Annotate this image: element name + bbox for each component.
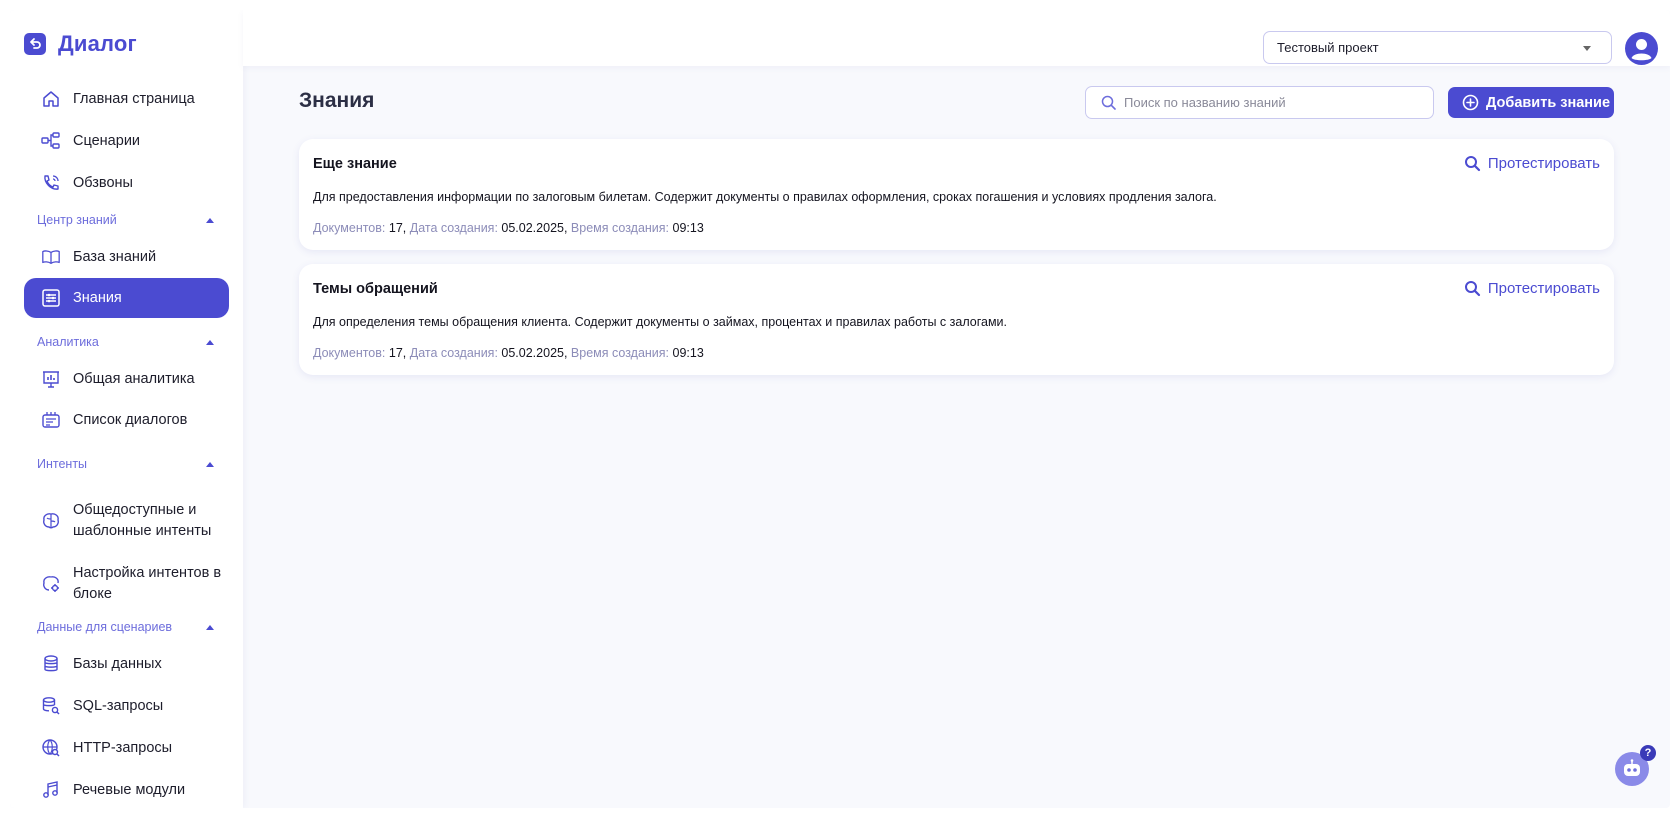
sidebar-item-label: Общедоступные и шаблонные интенты <box>73 502 212 539</box>
plus-circle-icon <box>1462 94 1479 115</box>
logo-icon <box>24 33 46 55</box>
test-label: Протестировать <box>1487 155 1600 172</box>
flow-icon <box>41 131 61 151</box>
time-label: Время создания: <box>570 346 670 360</box>
date-value: 05.02.2025 <box>501 221 564 235</box>
project-select-value: Тестовый проект <box>1277 40 1379 55</box>
home-icon <box>41 89 61 109</box>
docs-label: Документов: <box>313 346 386 360</box>
date-label: Дата создания: <box>409 221 498 235</box>
page-title: Знания <box>299 89 375 112</box>
date-value: 05.02.2025 <box>501 346 564 360</box>
globe-search-icon <box>41 738 61 758</box>
phone-icon <box>41 173 61 193</box>
add-knowledge-button[interactable]: Добавить знание <box>1448 87 1614 118</box>
time-label: Время создания: <box>570 221 670 235</box>
sidebar-item-label: Главная страница <box>73 90 195 107</box>
music-icon <box>41 780 61 800</box>
card-title: Темы обращений <box>313 281 438 297</box>
card-meta: Документов: 17, Дата создания: 05.02.202… <box>313 346 704 360</box>
sidebar-item-label: Сценарии <box>73 132 141 149</box>
card-description: Для определения темы обращения клиента. … <box>313 315 1008 329</box>
sidebar-item-label: Обзвоны <box>73 174 133 191</box>
database-icon <box>41 654 61 674</box>
search-icon <box>1101 95 1116 113</box>
search-icon <box>1464 156 1480 172</box>
chevron-up-icon <box>206 624 214 630</box>
sql-icon <box>41 696 61 716</box>
book-icon <box>41 247 61 267</box>
logo[interactable]: Диалог <box>24 31 137 57</box>
sidebar-item-label: Базы данных <box>73 655 162 672</box>
section-label: Центр знаний <box>37 213 117 227</box>
dialogs-icon <box>41 410 61 430</box>
test-label: Протестировать <box>1487 280 1600 297</box>
sidebar-item-sql[interactable]: SQL-запросы <box>24 686 229 726</box>
robot-icon <box>1624 759 1640 776</box>
sidebar-item-http[interactable]: HTTP-запросы <box>24 728 229 768</box>
user-avatar[interactable] <box>1625 32 1658 65</box>
card-title: Еще знание <box>313 156 397 172</box>
analytics-icon <box>41 369 61 389</box>
sidebar-item-label: Знания <box>73 289 122 306</box>
knowledge-card[interactable]: Темы обращений Протестировать Для опреде… <box>299 264 1614 375</box>
sidebar-item-label: Настройка интентов в блоке <box>73 565 222 602</box>
card-meta: Документов: 17, Дата создания: 05.02.202… <box>313 221 704 235</box>
docs-value: 17 <box>388 346 403 360</box>
section-analytics[interactable]: Аналитика <box>37 333 217 351</box>
search-input[interactable]: Поиск по названию знаний <box>1085 86 1434 119</box>
search-placeholder: Поиск по названию знаний <box>1124 95 1286 110</box>
docs-value: 17 <box>388 221 403 235</box>
help-badge: ? <box>1640 745 1656 761</box>
section-label: Аналитика <box>37 335 99 349</box>
sidebar-item-intent-settings[interactable]: Настройка интентов в блоке <box>24 556 229 612</box>
app-frame: Диалог Главная страница Сценарии Обзвоны… <box>10 10 1670 808</box>
sidebar-item-label: HTTP-запросы <box>73 739 173 756</box>
section-label: Интенты <box>37 457 88 471</box>
sidebar-item-home[interactable]: Главная страница <box>24 79 229 119</box>
section-knowledge-center[interactable]: Центр знаний <box>37 211 217 229</box>
sidebar-item-databases[interactable]: Базы данных <box>24 644 229 684</box>
sidebar-item-public-intents[interactable]: Общедоступные и шаблонные интенты <box>24 493 229 549</box>
chevron-up-icon <box>206 217 214 223</box>
test-button[interactable]: Протестировать <box>1464 155 1600 172</box>
app-name: Диалог <box>58 31 137 56</box>
sidebar-item-scenarios[interactable]: Сценарии <box>24 121 229 161</box>
sidebar-item-dialogs[interactable]: Список диалогов <box>24 400 229 440</box>
sidebar-item-label: Общая аналитика <box>73 370 195 387</box>
brain-gear-icon <box>41 574 61 594</box>
section-intents[interactable]: Интенты <box>37 455 217 473</box>
sidebar-item-knowledge-base[interactable]: База знаний <box>24 237 229 277</box>
card-description: Для предоставления информации по залогов… <box>313 190 1217 204</box>
sidebar-item-knowledge[interactable]: Знания <box>24 278 229 318</box>
time-value: 09:13 <box>672 346 704 360</box>
knowledge-card[interactable]: Еще знание Протестировать Для предоставл… <box>299 139 1614 250</box>
section-label: Данные для сценариев <box>37 620 173 634</box>
sidebar-item-label: Список диалогов <box>73 411 188 428</box>
add-knowledge-label: Добавить знание <box>1486 94 1611 111</box>
sidebar-item-label: Речевые модули <box>73 781 186 798</box>
sidebar-item-label: SQL-запросы <box>73 697 164 714</box>
caret-down-icon <box>1583 46 1591 51</box>
sidebar-item-label: База знаний <box>73 248 157 265</box>
sidebar-item-speech-modules[interactable]: Речевые модули <box>24 770 229 808</box>
sidebar-item-calls[interactable]: Обзвоны <box>24 163 229 203</box>
user-icon <box>1627 34 1656 63</box>
brain-icon <box>41 511 61 531</box>
search-icon <box>1464 281 1480 297</box>
time-value: 09:13 <box>672 221 704 235</box>
chevron-up-icon <box>206 339 214 345</box>
sidebar: Диалог Главная страница Сценарии Обзвоны… <box>10 10 243 808</box>
test-button[interactable]: Протестировать <box>1464 280 1600 297</box>
knowledge-icon <box>41 288 61 308</box>
chevron-up-icon <box>206 461 214 467</box>
docs-label: Документов: <box>313 221 386 235</box>
section-scenario-data[interactable]: Данные для сценариев <box>37 618 217 636</box>
date-label: Дата создания: <box>409 346 498 360</box>
sidebar-item-analytics[interactable]: Общая аналитика <box>24 359 229 399</box>
project-select[interactable]: Тестовый проект <box>1263 31 1612 64</box>
